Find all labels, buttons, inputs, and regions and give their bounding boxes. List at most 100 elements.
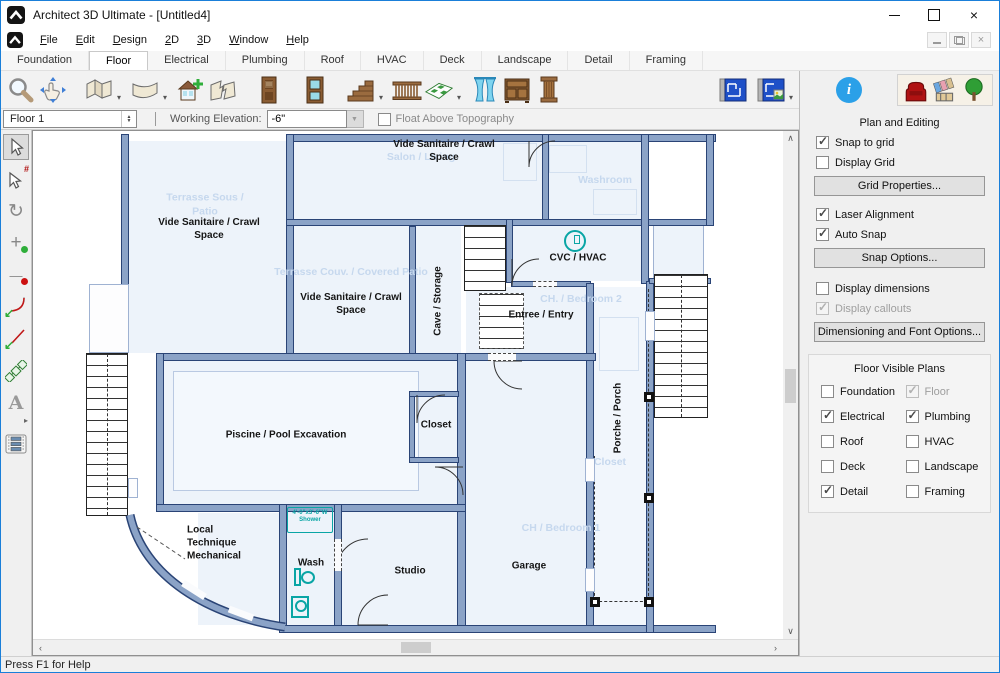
checkbox-fvp-detail[interactable]: Detail (821, 483, 906, 498)
tab-framing[interactable]: Framing (629, 51, 703, 70)
minimize-icon[interactable] (887, 8, 901, 22)
chamfer-corner-tool[interactable]: ↙ (3, 326, 29, 352)
checkbox-fvp-landscape[interactable]: Landscape (905, 460, 991, 473)
add-room-tool-icon[interactable] (175, 74, 207, 106)
tab-roof[interactable]: Roof (304, 51, 361, 70)
checkbox[interactable] (821, 385, 834, 398)
2d-plan-view-icon[interactable] (717, 74, 749, 106)
remove-point-tool[interactable]: — (3, 262, 29, 288)
checkbox[interactable] (816, 206, 829, 221)
break-wall-tool-icon[interactable] (207, 74, 239, 106)
checkbox-fvp-deck[interactable]: Deck (821, 460, 906, 473)
text-tool[interactable]: A (3, 390, 29, 416)
checkbox[interactable] (816, 156, 829, 169)
text-flyout-icon[interactable]: ▸ (24, 416, 28, 425)
checkbox[interactable] (377, 112, 391, 126)
window-opening[interactable] (645, 311, 655, 341)
doc-close-icon[interactable]: × (971, 32, 991, 48)
scroll-up-icon[interactable]: ∧ (783, 131, 798, 146)
scroll-right-icon[interactable]: › (768, 640, 783, 655)
menu-window[interactable]: Window (220, 32, 277, 48)
window-tool-icon[interactable] (299, 74, 331, 106)
fillet-corner-tool[interactable]: ↙ (3, 294, 29, 320)
tab-floor[interactable]: Floor (89, 51, 149, 70)
door-opening[interactable] (488, 353, 516, 361)
checkbox-snap-to-grid[interactable]: Snap to grid (816, 134, 999, 149)
floor-plan-canvas[interactable]: 4'-0"x3'-6"W Shower Salon / Living Terra… (33, 131, 783, 639)
checkbox[interactable] (816, 134, 829, 149)
checkbox[interactable] (816, 226, 829, 241)
checkbox[interactable] (905, 435, 919, 448)
checkbox-auto-snap[interactable]: Auto Snap (816, 226, 999, 241)
tab-landscape[interactable]: Landscape (481, 51, 569, 70)
tab-plumbing[interactable]: Plumbing (225, 51, 305, 70)
spinner-down-icon[interactable]: ▼ (127, 119, 132, 124)
column-tool-icon[interactable] (533, 74, 565, 106)
media-strip-tool[interactable] (3, 431, 29, 457)
menu-2d[interactable]: 2D (156, 32, 188, 48)
door-opening[interactable] (533, 281, 557, 287)
curved-wall-flyout-icon[interactable]: ▾ (163, 93, 167, 102)
stairs-tool-icon[interactable]: ▾ (345, 74, 383, 106)
edit-point-chain-tool[interactable] (3, 358, 29, 384)
menu-design[interactable]: Design (104, 32, 156, 48)
deck-post[interactable] (590, 597, 600, 607)
snap-options-button[interactable]: Snap Options... (814, 248, 985, 268)
grid-properties-button[interactable]: Grid Properties... (814, 176, 985, 196)
add-point-tool[interactable]: + (3, 230, 29, 256)
menu-file[interactable]: File (31, 32, 67, 48)
checkbox[interactable] (821, 408, 834, 423)
deck-post[interactable] (644, 597, 654, 607)
tab-electrical[interactable]: Electrical (148, 51, 226, 70)
window-opening[interactable] (89, 284, 129, 353)
wall-tool-icon[interactable]: ▾ (83, 74, 121, 106)
checkbox[interactable] (821, 483, 834, 498)
menu-edit[interactable]: Edit (67, 32, 104, 48)
rotate-tool[interactable]: ↻ (3, 198, 29, 224)
scroll-down-icon[interactable]: ∨ (783, 624, 798, 639)
checkbox-display-grid[interactable]: Display Grid (816, 156, 999, 169)
deck-post[interactable] (644, 392, 654, 402)
checkbox-fvp-plumbing[interactable]: Plumbing (905, 408, 991, 423)
float-above-topography-checkbox[interactable]: Float Above Topography (377, 112, 514, 126)
floor-spinner[interactable]: ▲ ▼ (121, 111, 136, 127)
wall-flyout-icon[interactable]: ▾ (117, 93, 121, 102)
curtain-tool-icon[interactable] (469, 74, 501, 106)
window-opening[interactable] (585, 568, 595, 592)
working-elevation-dropdown-icon[interactable]: ▼ (346, 110, 364, 128)
close-icon[interactable]: × (967, 7, 981, 23)
tab-deck[interactable]: Deck (423, 51, 482, 70)
checkbox-fvp-electrical[interactable]: Electrical (821, 408, 906, 423)
landscape-library-icon[interactable] (961, 77, 987, 103)
working-elevation-input[interactable] (266, 110, 347, 128)
railing-tool-icon[interactable] (391, 74, 423, 106)
select-tool[interactable] (3, 134, 29, 160)
door-tool-icon[interactable] (253, 74, 285, 106)
deck-flyout-icon[interactable]: ▾ (457, 93, 461, 102)
window-opening[interactable] (585, 458, 595, 482)
checkbox-display-dimensions[interactable]: Display dimensions (816, 282, 999, 295)
checkbox[interactable] (821, 435, 834, 448)
checkbox-fvp-foundation[interactable]: Foundation (821, 385, 906, 398)
checkbox-fvp-hvac[interactable]: HVAC (905, 435, 991, 448)
door-opening[interactable] (334, 539, 342, 571)
vertical-scroll-thumb[interactable] (785, 369, 796, 403)
checkbox-fvp-roof[interactable]: Roof (821, 435, 906, 448)
horizontal-scrollbar[interactable]: ‹ › (33, 639, 798, 655)
furniture-library-icon[interactable] (903, 77, 929, 103)
tab-foundation[interactable]: Foundation (1, 51, 90, 70)
checkbox[interactable] (905, 485, 919, 498)
deck-tool-icon[interactable]: ▾ (423, 74, 461, 106)
select-number-tool[interactable]: # (3, 164, 29, 192)
menu-3d[interactable]: 3D (188, 32, 220, 48)
window-opening[interactable] (128, 478, 138, 498)
tab-detail[interactable]: Detail (568, 51, 630, 70)
dimensioning-font-options-button[interactable]: Dimensioning and Font Options... (814, 322, 985, 342)
floor-selector[interactable]: Floor 1 ▲ ▼ (3, 110, 137, 128)
toilet-fixture[interactable] (294, 568, 301, 586)
cabinet-tool-icon[interactable] (501, 74, 533, 106)
checkbox[interactable] (816, 282, 829, 295)
checkbox[interactable] (905, 460, 919, 473)
maximize-icon[interactable] (927, 8, 941, 22)
doc-restore-icon[interactable] (949, 32, 969, 48)
